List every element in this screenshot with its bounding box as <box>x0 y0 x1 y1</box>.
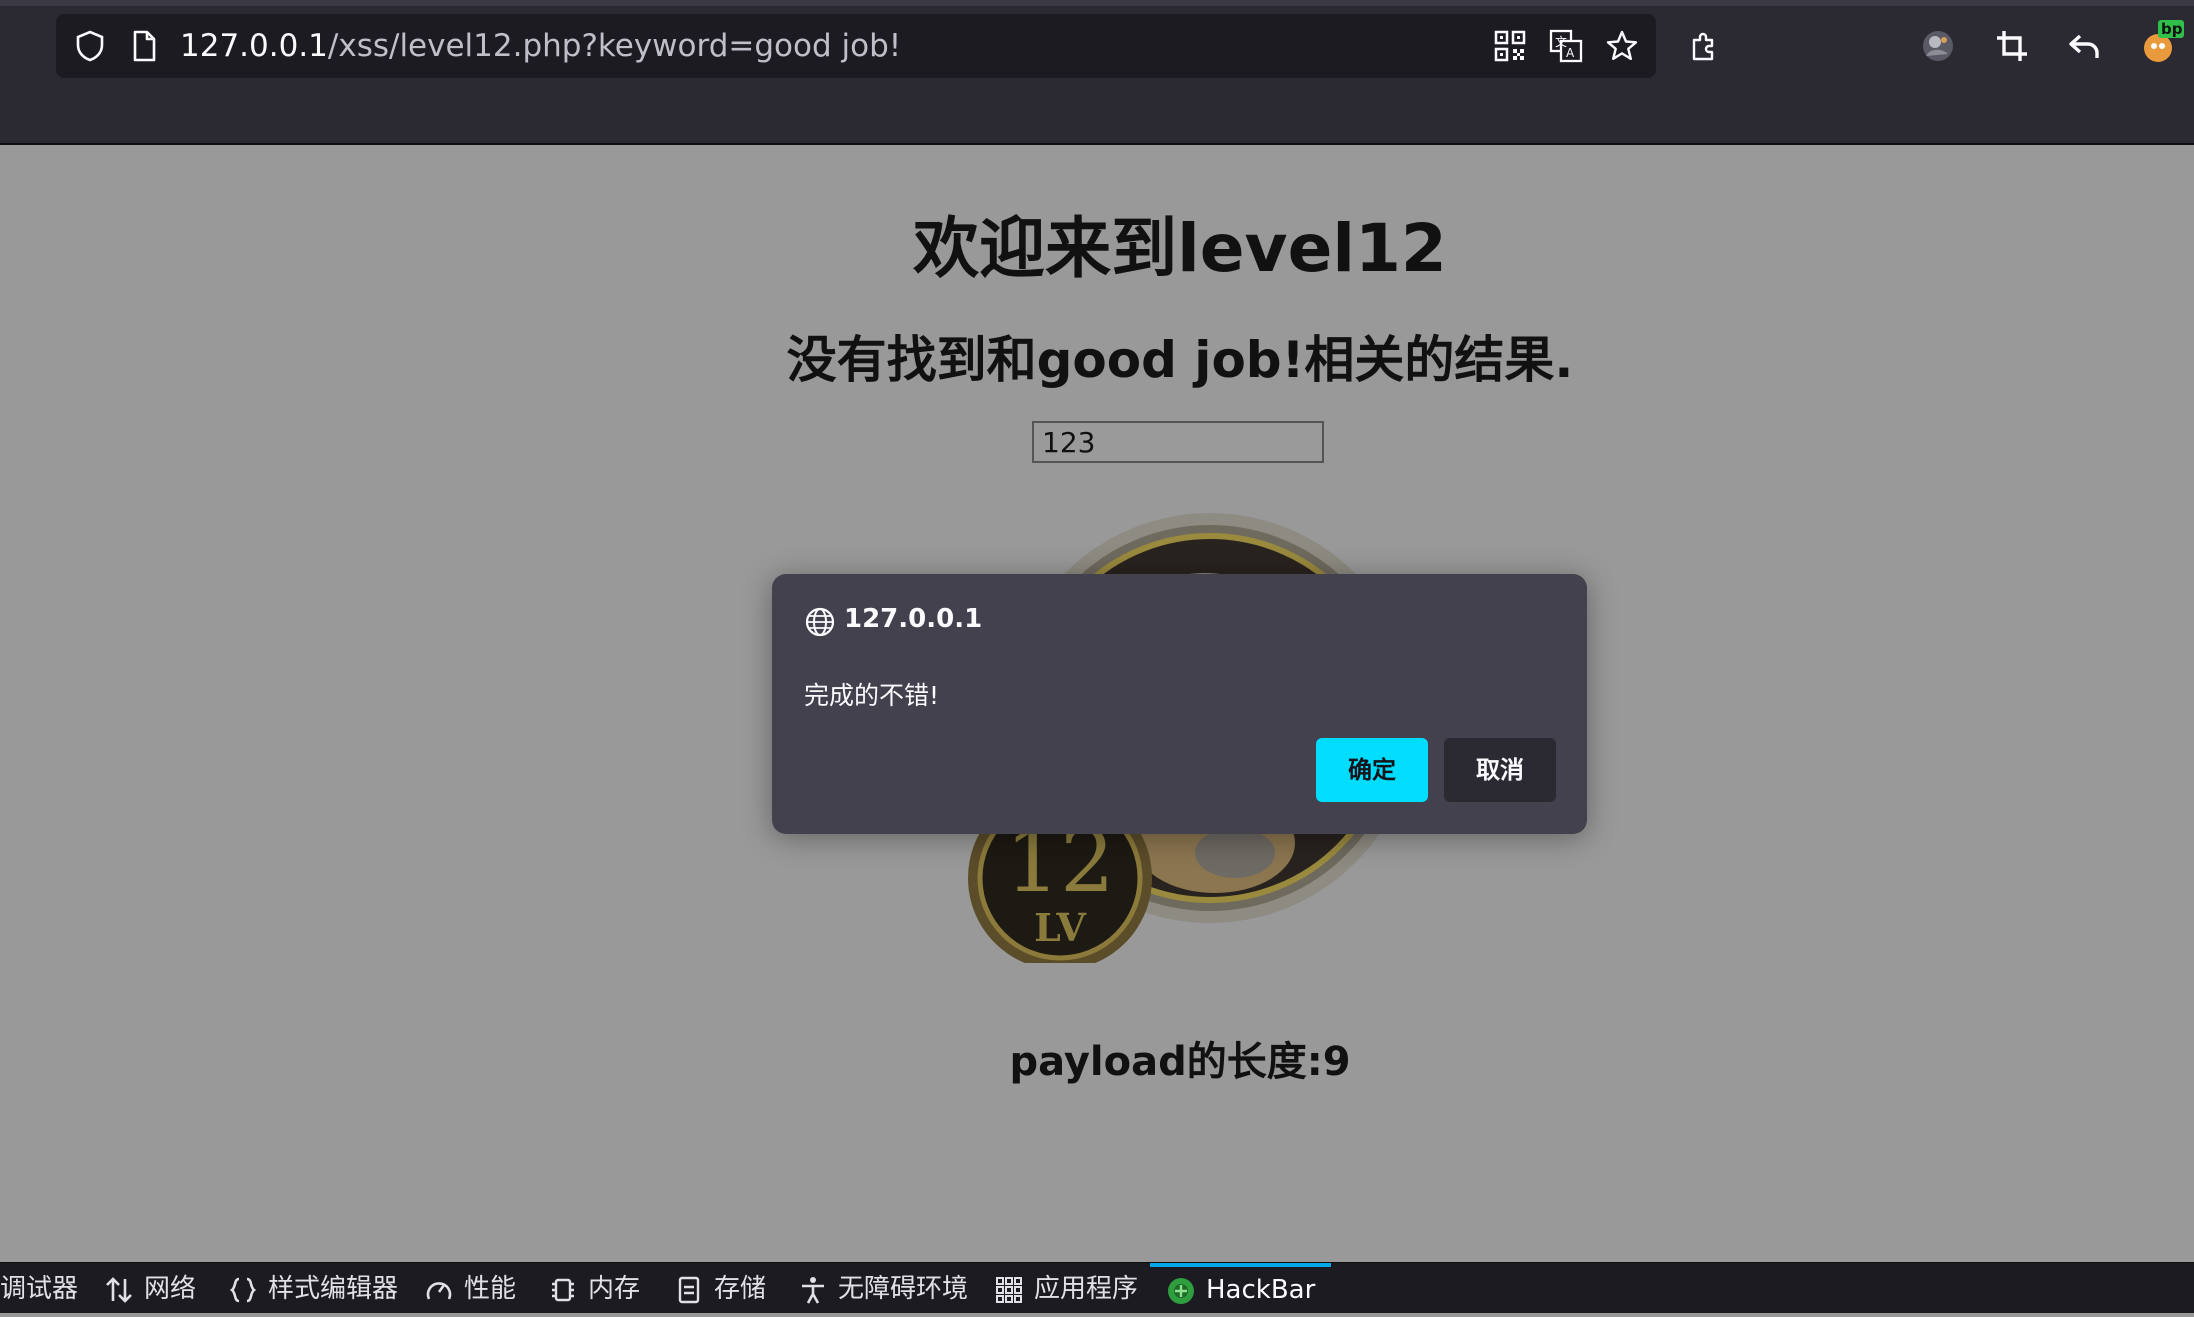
page-heading: 欢迎来到level12 <box>913 210 1447 287</box>
dialog-message: 完成的不错! <box>804 681 940 710</box>
tab-application[interactable]: 应用程序 <box>994 1263 1138 1313</box>
tab-accessibility[interactable]: 无障碍环境 <box>798 1263 968 1313</box>
svg-text:bp: bp <box>2161 20 2183 38</box>
translate-icon[interactable]: 文A <box>1548 28 1584 64</box>
tab-label: 调试器 <box>0 1274 79 1304</box>
tab-label: 存储 <box>714 1274 767 1304</box>
search-result-text: 没有找到和good job!相关的结果. <box>786 331 1574 389</box>
page-icon <box>126 28 162 64</box>
back-arrow-icon[interactable] <box>2066 28 2102 64</box>
crop-icon[interactable] <box>1994 28 2030 64</box>
tab-label: 样式编辑器 <box>268 1274 399 1304</box>
tab-label: 无障碍环境 <box>838 1274 969 1304</box>
qr-code-icon[interactable] <box>1492 28 1528 64</box>
payload-length-text: payload的长度:9 <box>1009 1039 1351 1085</box>
url-path: /xss/level12.php?keyword=good job! <box>327 28 902 64</box>
accessibility-icon <box>798 1275 828 1305</box>
chip-icon <box>548 1275 578 1305</box>
devtools-tabbar: 调试器 网络 样式编辑器 性能 内存 存储 无障碍环境 应用程序 HackBar <box>0 1262 2194 1313</box>
tab-label: HackBar <box>1206 1275 1316 1305</box>
tab-performance[interactable]: 性能 <box>424 1263 516 1313</box>
dialog-host: 127.0.0.1 <box>844 604 983 634</box>
shield-icon[interactable] <box>72 28 108 64</box>
keyword-input[interactable] <box>1032 421 1324 463</box>
address-bar[interactable]: 127.0.0.1/xss/level12.php?keyword=good j… <box>56 14 1656 78</box>
tab-label: 性能 <box>464 1274 517 1304</box>
url-host: 127.0.0.1 <box>180 28 328 64</box>
alert-dialog: 127.0.0.1 完成的不错! 确定 取消 <box>772 574 1587 834</box>
cancel-button[interactable]: 取消 <box>1444 738 1556 802</box>
tab-style-editor[interactable]: 样式编辑器 <box>228 1263 398 1313</box>
network-arrows-icon <box>104 1275 134 1305</box>
ok-button[interactable]: 确定 <box>1316 738 1428 802</box>
tab-network[interactable]: 网络 <box>104 1263 196 1313</box>
globe-icon <box>804 606 836 638</box>
burp-extension-icon[interactable]: bp <box>2140 18 2184 64</box>
badge-lv: LV <box>1034 905 1087 950</box>
tab-debugger[interactable]: 调试器 <box>0 1263 78 1313</box>
browser-toolbar: 127.0.0.1/xss/level12.php?keyword=good j… <box>0 0 2194 145</box>
profile-avatar-icon[interactable] <box>1920 28 1956 64</box>
tab-storage[interactable]: 存储 <box>674 1263 766 1313</box>
grid-icon <box>994 1275 1024 1305</box>
hackbar-icon <box>1166 1276 1196 1306</box>
tab-label: 内存 <box>588 1274 641 1304</box>
extensions-puzzle-icon[interactable] <box>1686 28 1722 64</box>
svg-text:A: A <box>1566 46 1575 60</box>
tab-label: 网络 <box>144 1274 197 1304</box>
bookmark-star-icon[interactable] <box>1604 28 1640 64</box>
storage-icon <box>674 1275 704 1305</box>
tab-label: 应用程序 <box>1034 1274 1139 1304</box>
gauge-icon <box>424 1275 454 1305</box>
tab-memory[interactable]: 内存 <box>548 1263 640 1313</box>
tab-hackbar[interactable]: HackBar <box>1150 1263 1332 1317</box>
url-text[interactable]: 127.0.0.1/xss/level12.php?keyword=good j… <box>180 26 901 66</box>
braces-icon <box>228 1275 258 1305</box>
